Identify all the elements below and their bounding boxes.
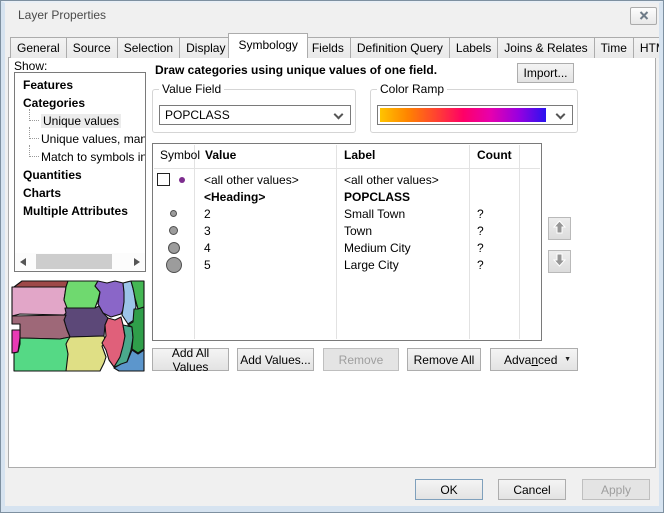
- table-row-heading[interactable]: <Heading> POPCLASS: [153, 188, 541, 205]
- tab-strip: General Source Selection Display Symbolo…: [10, 33, 664, 58]
- table-row-value-5[interactable]: 5 Large City ?: [153, 256, 541, 273]
- arrow-down-icon: [553, 253, 566, 270]
- tab-time[interactable]: Time: [594, 37, 634, 58]
- table-row-value-3[interactable]: 3 Town ?: [153, 222, 541, 239]
- tree-branch-line: [29, 145, 39, 157]
- header-count: Count: [477, 148, 512, 162]
- color-ramp-gradient: [380, 108, 546, 122]
- color-ramp-label: Color Ramp: [377, 82, 447, 96]
- renderer-description: Draw categories using unique values of o…: [155, 63, 437, 77]
- categories-table: Symbol Value Label Count <all other valu…: [152, 143, 542, 341]
- chevron-down-icon: [334, 110, 344, 120]
- table-row-value-2[interactable]: 2 Small Town ?: [153, 205, 541, 222]
- header-symbol: Symbol: [160, 148, 200, 162]
- triangle-down-icon: ▼: [564, 356, 571, 363]
- point-symbol[interactable]: [169, 226, 178, 235]
- window-title: Layer Properties: [18, 8, 106, 22]
- tree-branch-line: [29, 109, 39, 121]
- show-label: Show:: [14, 59, 47, 73]
- remove-button[interactable]: Remove: [323, 348, 399, 371]
- remove-all-button[interactable]: Remove All: [407, 348, 481, 371]
- header-label: Label: [344, 148, 375, 162]
- tab-labels[interactable]: Labels: [449, 37, 498, 58]
- tree-item-multiple-attributes[interactable]: Multiple Attributes: [15, 202, 145, 220]
- tree-item-charts[interactable]: Charts: [15, 184, 145, 202]
- arrow-up-icon: [553, 220, 566, 237]
- value-field-dropdown[interactable]: POPCLASS: [159, 105, 351, 125]
- map-preview: [11, 280, 145, 372]
- tab-source[interactable]: Source: [66, 37, 118, 58]
- scroll-right-icon[interactable]: [134, 258, 140, 266]
- header-value: Value: [205, 148, 236, 162]
- tab-joins-relates[interactable]: Joins & Relates: [497, 37, 594, 58]
- move-down-button[interactable]: [548, 250, 571, 273]
- renderer-tree: Features Categories Unique values Unique…: [14, 72, 146, 272]
- chevron-down-icon: [556, 110, 566, 120]
- close-button[interactable]: [630, 7, 657, 25]
- point-symbol[interactable]: [166, 257, 182, 273]
- tab-fields[interactable]: Fields: [305, 37, 351, 58]
- scrollbar-thumb[interactable]: [36, 254, 112, 269]
- scroll-left-icon[interactable]: [20, 258, 26, 266]
- all-other-values-symbol[interactable]: [179, 177, 185, 183]
- table-row-all-other-values[interactable]: <all other values> <all other values>: [153, 171, 541, 188]
- tree-item-match-symbols[interactable]: Match to symbols in a: [15, 148, 145, 166]
- tree-branch-line: [29, 127, 39, 139]
- add-values-button[interactable]: Add Values...: [237, 348, 314, 371]
- tab-display[interactable]: Display: [179, 37, 232, 58]
- tab-general[interactable]: General: [10, 37, 67, 58]
- add-all-values-button[interactable]: Add All Values: [152, 348, 229, 371]
- move-up-button[interactable]: [548, 217, 571, 240]
- value-field-selected: POPCLASS: [165, 108, 230, 122]
- cancel-button[interactable]: Cancel: [498, 479, 566, 500]
- tree-item-features[interactable]: Features: [15, 76, 145, 94]
- all-other-values-checkbox[interactable]: [157, 173, 170, 186]
- table-row-value-4[interactable]: 4 Medium City ?: [153, 239, 541, 256]
- tab-definition-query[interactable]: Definition Query: [350, 37, 450, 58]
- color-ramp-dropdown[interactable]: [377, 105, 573, 125]
- layer-properties-dialog: Layer Properties General Source Selectio…: [0, 0, 664, 513]
- tab-selection[interactable]: Selection: [117, 37, 180, 58]
- import-button[interactable]: Import...: [517, 63, 574, 83]
- point-symbol[interactable]: [168, 242, 180, 254]
- advanced-button[interactable]: Advanced ▼: [490, 348, 578, 371]
- ok-button[interactable]: OK: [415, 479, 483, 500]
- color-ramp-group: Color Ramp: [370, 89, 578, 133]
- tree-item-quantities[interactable]: Quantities: [15, 166, 145, 184]
- point-symbol[interactable]: [170, 210, 177, 217]
- tab-html-popup[interactable]: HTML Popup: [633, 37, 664, 58]
- value-field-group: Value Field POPCLASS: [152, 89, 356, 133]
- tab-symbology[interactable]: Symbology: [228, 33, 307, 58]
- value-field-label: Value Field: [159, 82, 224, 96]
- tree-horizontal-scrollbar[interactable]: [15, 253, 145, 270]
- close-icon: [639, 9, 649, 23]
- apply-button[interactable]: Apply: [582, 479, 650, 500]
